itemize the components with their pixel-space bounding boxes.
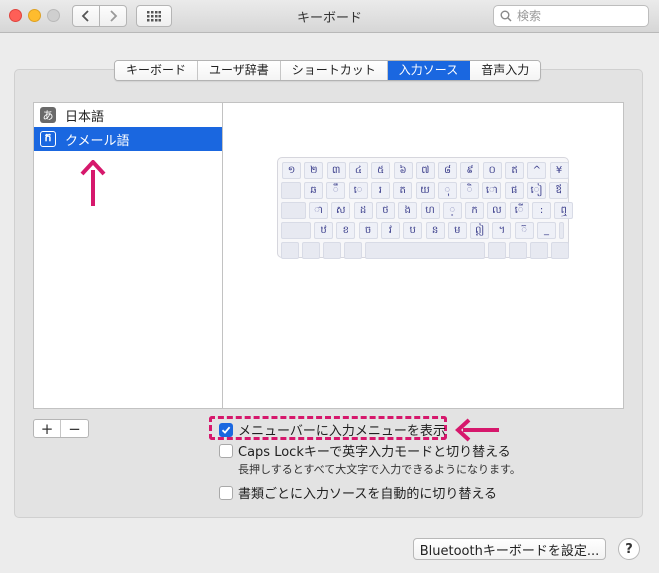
- keyboard-key: ឆ: [304, 182, 323, 199]
- keyboard-key: :: [532, 202, 551, 219]
- annotation-left-arrow-icon: [455, 418, 499, 442]
- keyboard-key-blank: [559, 222, 564, 239]
- keyboard-key: ឥ: [505, 162, 524, 179]
- keyboard-key: រ: [370, 182, 390, 199]
- keyboard-layout-preview: ១២៣៤៥៦៧៨៩០ឥ ^ ¥ ឆឹេរតយុិោផៀឪាសដថងហ្កលើ: ឮឋខច…: [277, 157, 574, 259]
- keyboard-key: ផ: [504, 182, 524, 199]
- keyboard-key: ៩: [460, 162, 480, 179]
- caps-lock-label: Caps Lockキーで英字入力モードと切り替える: [238, 445, 511, 460]
- auto-switch-option[interactable]: 書類ごとに入力ソースを自動的に切り替える: [219, 483, 497, 502]
- keyboard-key: េ: [348, 182, 368, 199]
- tab-keyboard[interactable]: キーボード: [115, 61, 199, 80]
- input-source-list: あ 日本語 ក クメール語: [33, 102, 222, 409]
- keyboard-key-blank: [530, 242, 548, 259]
- keyboard-key: ០: [482, 162, 502, 179]
- keyboard-key: ើ: [509, 202, 529, 219]
- keyboard-key: ។: [492, 222, 512, 239]
- keyboard-key: ក: [465, 202, 485, 219]
- keyboard-key-blank: [281, 202, 306, 219]
- keyboard-key-blank: [281, 182, 301, 199]
- source-item-khmer[interactable]: ក クメール語: [34, 127, 222, 151]
- caps-lock-note: 長押しするとすべて大文字で入力できるようになります。: [238, 463, 521, 476]
- keyboard-key: ៦: [393, 162, 413, 179]
- keyboard-key: ិ: [460, 182, 480, 199]
- keyboard-key: ឮ: [554, 202, 574, 219]
- keyboard-key-blank: [551, 242, 569, 259]
- search-icon: [500, 10, 512, 22]
- keyboard-key: ឦ: [470, 222, 490, 239]
- keyboard-key: ង: [398, 202, 418, 219]
- keyboard-key: ហ: [420, 202, 440, 219]
- keyboard-key: ៣: [326, 162, 346, 179]
- keyboard-key: ដ: [353, 202, 373, 219]
- show-input-menu-label: メニューバーに入力メニューを表示: [238, 424, 446, 439]
- keyboard-key: វ: [380, 222, 400, 239]
- keyboard-key: ¥: [549, 162, 569, 179]
- keyboard-key: ឋ: [314, 222, 333, 239]
- keyboard-key: ^: [527, 162, 547, 179]
- keyboard-key: ោ: [482, 182, 502, 199]
- keyboard-key: ត: [393, 182, 413, 199]
- keyboard-key-blank: [281, 242, 299, 259]
- keyboard-key: ្: [442, 202, 462, 219]
- keyboard-key-blank: [302, 242, 320, 259]
- keyboard-key-blank: [365, 242, 485, 259]
- keyboard-key: ន: [425, 222, 445, 239]
- tab-input-sources[interactable]: 入力ソース: [387, 61, 471, 80]
- keyboard-key: ៨: [438, 162, 458, 179]
- khmer-input-icon: ក: [40, 131, 56, 147]
- bluetooth-keyboard-setup-button[interactable]: Bluetoothキーボードを設定...: [413, 538, 606, 560]
- remove-source-button[interactable]: −: [61, 420, 88, 437]
- add-source-button[interactable]: +: [34, 420, 61, 437]
- keyboard-key: ២: [304, 162, 324, 179]
- keyboard-key: ច: [358, 222, 378, 239]
- keyboard-key: _: [537, 222, 556, 239]
- keyboard-key: ៧: [415, 162, 435, 179]
- checkmark-icon: [221, 426, 231, 434]
- auto-switch-label: 書類ごとに入力ソースを自動的に切り替える: [238, 487, 497, 502]
- keyboard-key: ៥: [371, 162, 391, 179]
- add-remove-control: + −: [33, 419, 89, 438]
- keyboard-key: ៀ: [527, 182, 546, 199]
- tab-dictation[interactable]: 音声入力: [470, 61, 541, 80]
- show-input-menu-checkbox[interactable]: [219, 422, 233, 437]
- keyboard-key: ស: [331, 202, 351, 219]
- keyboard-key: ១: [282, 162, 301, 179]
- caps-lock-checkbox[interactable]: [219, 443, 233, 458]
- keyboard-key-blank: [509, 242, 527, 259]
- japanese-input-icon: あ: [40, 107, 56, 123]
- keyboard-key: ុ: [437, 182, 457, 199]
- keyboard-key: ឹ: [326, 182, 346, 199]
- source-label: クメール語: [65, 133, 130, 149]
- search-input[interactable]: [517, 9, 637, 23]
- source-label: 日本語: [65, 109, 105, 125]
- title-bar: キーボード: [0, 0, 659, 33]
- keyboard-key: ា: [309, 202, 328, 219]
- help-button[interactable]: ?: [618, 538, 640, 560]
- tab-user-dictionary[interactable]: ユーザ辞書: [198, 61, 281, 80]
- keyboard-key: ប: [403, 222, 423, 239]
- keyboard-key: ឪ: [549, 182, 569, 199]
- keyboard-key: ថ: [375, 202, 395, 219]
- show-input-menu-option[interactable]: メニューバーに入力メニューを表示: [219, 420, 446, 439]
- tab-bar: キーボード ユーザ辞書 ショートカット 入力ソース 音声入力: [114, 60, 542, 81]
- keyboard-key-blank: [344, 242, 362, 259]
- keyboard-key-blank: [323, 242, 341, 259]
- keyboard-key-blank: [488, 242, 506, 259]
- keyboard-key: យ: [415, 182, 435, 199]
- keyboard-key: ៊: [514, 222, 534, 239]
- caps-lock-option[interactable]: Caps Lockキーで英字入力モードと切り替える: [219, 441, 511, 460]
- search-field[interactable]: [493, 5, 649, 27]
- keyboard-key: ម: [447, 222, 467, 239]
- tab-shortcuts[interactable]: ショートカット: [280, 61, 388, 80]
- source-item-japanese[interactable]: あ 日本語: [34, 103, 222, 127]
- keyboard-key-blank: [281, 222, 311, 239]
- annotation-up-arrow-icon: [80, 160, 106, 206]
- keyboard-key: ៤: [348, 162, 368, 179]
- keyboard-key: ល: [487, 202, 507, 219]
- auto-switch-checkbox[interactable]: [219, 485, 233, 500]
- keyboard-key: ខ: [336, 222, 356, 239]
